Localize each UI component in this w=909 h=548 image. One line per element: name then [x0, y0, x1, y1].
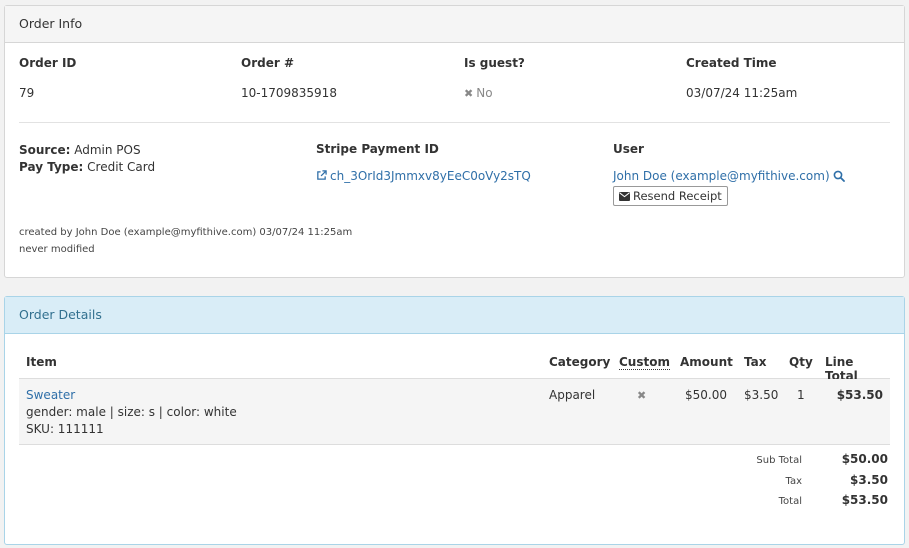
order-number-field: Order # 10-1709835918	[241, 56, 337, 100]
col-custom: Custom	[619, 355, 670, 370]
col-item: Item	[26, 355, 57, 369]
is-guest-label: Is guest?	[464, 56, 525, 70]
order-id-value: 79	[19, 86, 35, 100]
search-icon[interactable]	[833, 170, 845, 182]
tax-total-row: Tax $3.50	[590, 472, 890, 493]
line-total-cell: $53.50	[836, 388, 883, 402]
times-icon: ✖	[637, 389, 647, 402]
col-category: Category	[549, 355, 611, 369]
stripe-label: Stripe Payment ID	[316, 142, 439, 156]
table-row: Sweater gender: male | size: s | color: …	[19, 379, 890, 445]
grand-total-label: Total	[778, 496, 802, 507]
source-value: Admin POS	[74, 143, 141, 157]
tax-cell: $3.50	[744, 388, 779, 402]
created-time-field: Created Time 03/07/24 11:25am	[686, 56, 797, 100]
order-totals: Sub Total $50.00 Tax $3.50 Total $53.50	[590, 451, 890, 513]
user-link[interactable]: John Doe (example@myfithive.com)	[613, 169, 830, 183]
item-cell: Sweater gender: male | size: s | color: …	[26, 387, 237, 438]
sub-total-label: Sub Total	[756, 455, 802, 466]
grand-total-row: Total $53.50	[590, 492, 890, 513]
sub-total-value: $50.00	[841, 452, 888, 466]
order-id-label: Order ID	[19, 56, 77, 70]
item-options: gender: male | size: s | color: white	[26, 405, 237, 419]
source-paytype-block: Source: Admin POS Pay Type: Credit Card	[19, 142, 155, 176]
order-details-panel: Order Details Item Category Custom Amoun…	[4, 296, 905, 545]
order-summary-row: Order ID 79 Order # 10-1709835918 Is gue…	[19, 56, 890, 116]
created-time-value: 03/07/24 11:25am	[686, 86, 798, 100]
stripe-payment-link[interactable]: ch_3OrId3Jmmxv8yEeC0oVy2sTQ	[316, 169, 531, 183]
stripe-payment-id: ch_3OrId3Jmmxv8yEeC0oVy2sTQ	[330, 169, 531, 183]
item-sku: SKU: 111111	[26, 422, 104, 436]
created-time-label: Created Time	[686, 56, 777, 70]
col-qty: Qty	[789, 355, 813, 369]
order-number-value: 10-1709835918	[241, 86, 337, 100]
pay-type-label: Pay Type:	[19, 160, 84, 174]
table-header-row: Item Category Custom Amount Tax Qty Line…	[19, 347, 890, 383]
modified-text: never modified	[19, 244, 95, 255]
order-number-label: Order #	[241, 56, 294, 70]
category-cell: Apparel	[549, 388, 596, 402]
user-label: User	[613, 142, 644, 156]
item-name-link[interactable]: Sweater	[26, 388, 75, 402]
tax-total-value: $3.50	[850, 472, 888, 487]
order-info-panel: Order Info Order ID 79 Order # 10-170983…	[4, 5, 905, 278]
tax-total-label: Tax	[785, 475, 803, 487]
order-items-table: Item Category Custom Amount Tax Qty Line…	[19, 347, 890, 445]
col-tax: Tax	[744, 355, 767, 369]
col-amount: Amount	[680, 355, 733, 369]
order-id-field: Order ID 79	[19, 56, 76, 100]
sub-total-row: Sub Total $50.00	[590, 451, 890, 472]
is-guest-text: No	[476, 86, 493, 100]
order-info-heading: Order Info	[5, 6, 904, 43]
resend-receipt-button[interactable]: Resend Receipt	[613, 186, 728, 206]
is-guest-value: ✖ No	[464, 86, 525, 100]
order-details-heading: Order Details	[5, 297, 904, 334]
audit-info: created by John Doe (example@myfithive.c…	[19, 224, 352, 258]
grand-total-value: $53.50	[841, 493, 888, 507]
custom-cell: ✖	[637, 387, 646, 404]
pay-type-value: Credit Card	[87, 160, 156, 174]
qty-cell: 1	[797, 388, 805, 402]
stripe-block: Stripe Payment ID ch_3OrId3Jmmxv8yEeC0oV…	[316, 142, 531, 183]
source-label: Source:	[19, 143, 71, 157]
user-block: User John Doe (example@myfithive.com) Re…	[613, 142, 845, 206]
is-guest-field: Is guest? ✖ No	[464, 56, 525, 100]
times-icon: ✖	[464, 87, 474, 100]
created-by-text: created by John Doe (example@myfithive.c…	[19, 227, 353, 238]
external-link-icon	[317, 170, 327, 180]
resend-receipt-label: Resend Receipt	[633, 189, 722, 203]
payment-row: Source: Admin POS Pay Type: Credit Card …	[19, 142, 890, 212]
amount-cell: $50.00	[685, 388, 727, 402]
envelope-icon	[619, 192, 630, 201]
info-divider	[19, 122, 890, 123]
